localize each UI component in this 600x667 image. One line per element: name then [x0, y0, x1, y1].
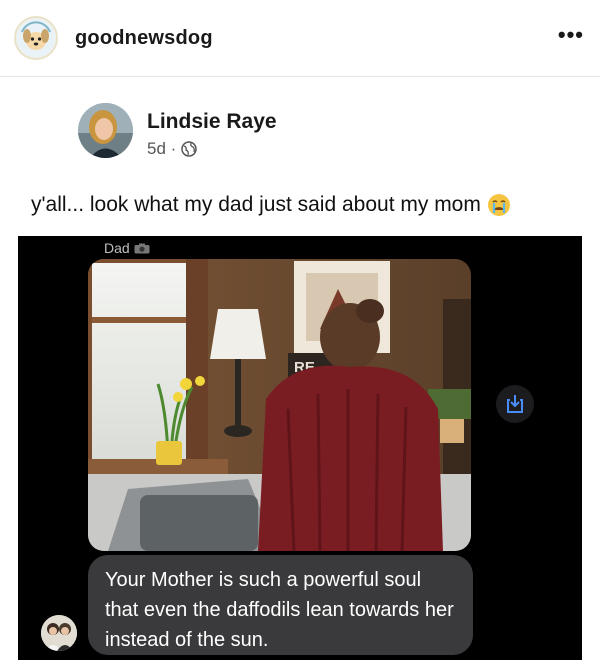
goodnewsdog-logo-icon: [17, 19, 55, 57]
camera-icon: [134, 243, 150, 253]
message-bubble: Your Mother is such a powerful soul that…: [88, 555, 473, 655]
share-download-icon: [507, 395, 523, 413]
post-caption: y'all... look what my dad just said abou…: [31, 193, 511, 217]
kitchen-photo: RE: [88, 259, 471, 551]
account-avatar[interactable]: [14, 16, 58, 60]
post-time[interactable]: 5d ·: [147, 139, 176, 159]
post-header: goodnewsdog •••: [0, 0, 600, 77]
caption-text: y'all... look what my dad just said abou…: [31, 193, 481, 216]
globe-icon: [181, 141, 198, 157]
message-text: Your Mother is such a powerful soul that…: [105, 569, 454, 651]
sender-avatar: [41, 615, 77, 651]
sender-label: Dad: [104, 240, 150, 256]
author-photo: [78, 103, 133, 158]
author-name[interactable]: Lindsie Raye: [147, 110, 277, 134]
author-avatar[interactable]: [78, 103, 133, 158]
shared-photo[interactable]: RE: [88, 259, 471, 551]
crying-face-emoji: [487, 194, 510, 216]
account-username[interactable]: goodnewsdog: [75, 27, 213, 50]
sender-name: Dad: [104, 240, 130, 256]
more-options-button[interactable]: •••: [558, 22, 584, 48]
post-meta: 5d ·: [147, 139, 198, 159]
sender-avatar-photo: [41, 615, 77, 651]
share-button[interactable]: [496, 385, 534, 423]
